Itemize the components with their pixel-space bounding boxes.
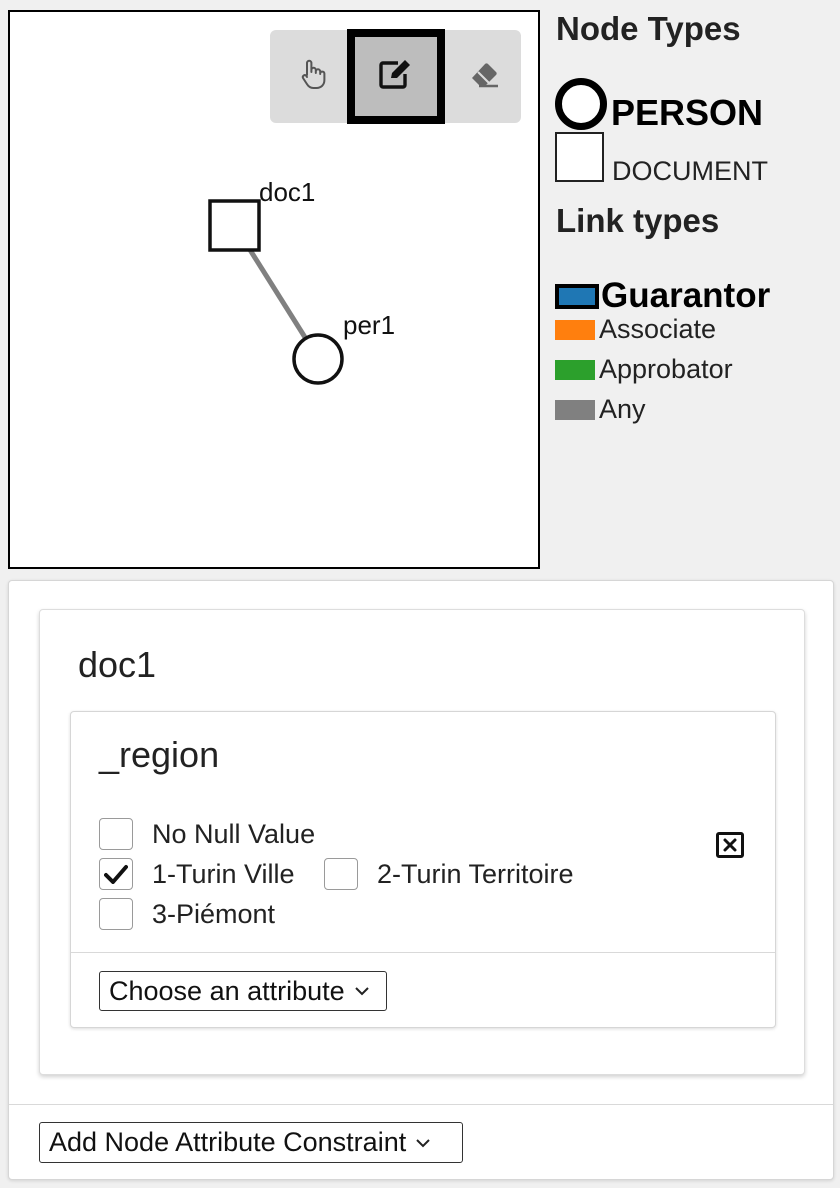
node-label-per1: per1 [343, 310, 395, 340]
divider [71, 952, 775, 953]
graph-canvas[interactable]: doc1 per1 [8, 10, 540, 569]
option-3-piemont[interactable]: 3-Piémont [99, 898, 275, 930]
link-types-title: Link types [556, 202, 720, 239]
node-types-title: Node Types [556, 10, 741, 47]
chevron-down-icon [353, 985, 371, 997]
choose-attribute-select[interactable]: Choose an attribute [99, 971, 387, 1011]
node-type-person[interactable]: PERSON [555, 78, 763, 133]
close-icon [723, 838, 737, 852]
link-type-approbator[interactable]: Approbator [555, 354, 733, 385]
link-type-any[interactable]: Any [555, 394, 646, 425]
link-type-label: Guarantor [601, 276, 771, 315]
select-value: Choose an attribute [109, 975, 345, 1006]
option-label: 2-Turin Territoire [377, 858, 574, 889]
option-label: 1-Turin Ville [152, 858, 295, 889]
checkbox[interactable] [99, 898, 133, 930]
remove-attribute-button[interactable] [716, 832, 744, 858]
link-type-label: Any [599, 394, 646, 424]
option-label: No Null Value [152, 818, 316, 849]
checkbox[interactable] [324, 858, 358, 890]
node-type-label: PERSON [611, 92, 764, 133]
link-type-label: Associate [599, 314, 717, 344]
checkbox[interactable] [99, 858, 133, 890]
link-color-swatch [555, 283, 599, 309]
graph-node-per1[interactable] [292, 333, 344, 385]
link-type-guarantor[interactable]: Guarantor [555, 276, 770, 316]
checkmark-icon [104, 865, 128, 884]
chevron-down-icon [414, 1137, 432, 1149]
node-title: doc1 [78, 644, 157, 685]
option-no-null-value[interactable]: No Null Value [99, 818, 315, 850]
node-constraint-card: doc1 _region No Null Value 1-Turin Ville… [39, 609, 805, 1075]
checkbox[interactable] [99, 818, 133, 850]
link-color-swatch [555, 319, 595, 340]
link-type-associate[interactable]: Associate [555, 314, 716, 345]
attribute-name: _region [99, 734, 220, 775]
option-2-turin-territoire[interactable]: 2-Turin Territoire [324, 858, 574, 890]
link-color-swatch [555, 399, 595, 420]
add-node-attribute-constraint-select[interactable]: Add Node Attribute Constraint [39, 1122, 463, 1163]
node-label-doc1: doc1 [259, 177, 315, 207]
circle-shape-icon [555, 78, 607, 130]
graph-node-doc1[interactable] [208, 199, 261, 252]
constraints-panel: doc1 _region No Null Value 1-Turin Ville… [8, 580, 834, 1180]
node-type-document[interactable]: DOCUMENT [555, 132, 768, 186]
option-label: 3-Piémont [152, 898, 276, 929]
legend: Node Types PERSON DOCUMENT Link types Gu… [555, 10, 835, 440]
select-value: Add Node Attribute Constraint [49, 1127, 407, 1157]
link-color-swatch [555, 359, 595, 380]
link-type-label: Approbator [599, 354, 733, 384]
attribute-constraint-card: _region No Null Value 1-Turin Ville 2-Tu… [70, 711, 776, 1028]
node-type-label: DOCUMENT [612, 155, 768, 186]
option-1-turin-ville[interactable]: 1-Turin Ville [99, 858, 295, 890]
divider [9, 1104, 833, 1105]
square-shape-icon [555, 132, 604, 182]
graph-drawing: doc1 per1 [208, 177, 395, 385]
